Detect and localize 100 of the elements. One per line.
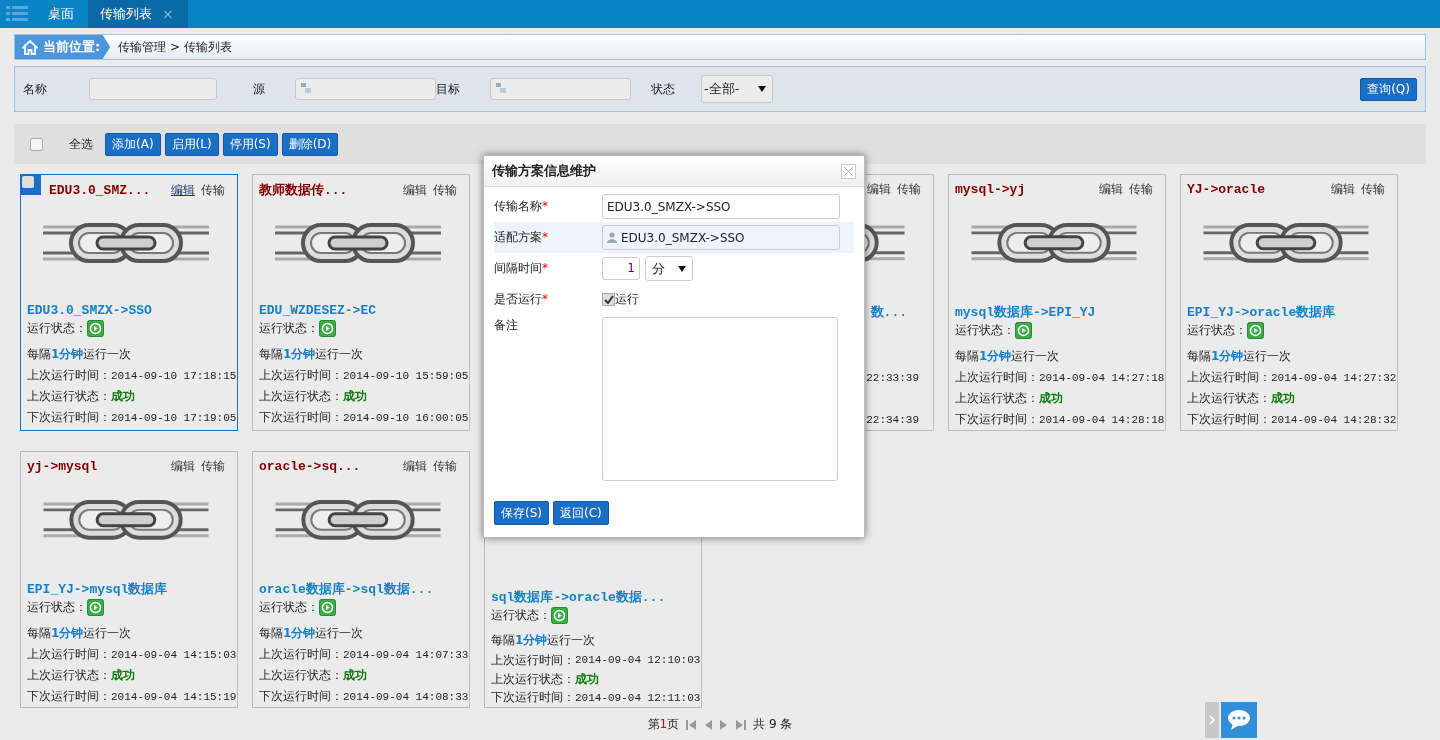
card-link[interactable]: 编辑 <box>171 181 195 199</box>
task-route: sql数据库->oracle数据... <box>491 589 667 607</box>
card-checkbox[interactable] <box>21 175 41 195</box>
task-card[interactable]: mysql->yj 编辑 传输 mysql数据库->EPI_YJ 运行状态： 每隔1分钟运行一次 上次运行时间：2014-09-04 14:27:18 上次运行状态：成功 下次运行时间：2014-09-04 14:28:18 <box>948 174 1166 431</box>
toolbar-button[interactable]: 删除(D) <box>281 132 339 156</box>
last-run-time: 2014-09-04 14:07:33 <box>343 648 469 661</box>
toolbar-button[interactable]: 添加(A) <box>105 132 161 156</box>
status-label: 运行状态： <box>1187 322 1247 340</box>
field-label: 上次运行时间： <box>27 367 111 384</box>
card-link[interactable]: 编辑 <box>1331 181 1355 199</box>
task-card[interactable]: EDU3.0_SMZ... 编辑 传输 EDU3.0_SMZX->SSO 运行状态： 每隔1分钟运行一次 上次运行时间：2014-09-10 17:18:15 上次运行状态：成功 下次运行时间：2014-09-10 17:19:05 <box>20 174 238 431</box>
caret-icon <box>758 86 766 92</box>
menu-icon[interactable] <box>6 5 28 23</box>
card-link[interactable]: 编辑 <box>403 181 427 199</box>
chat-icon[interactable] <box>1221 702 1257 738</box>
card-link[interactable]: 传输 <box>1129 181 1153 199</box>
select-all-checkbox[interactable] <box>30 137 43 151</box>
field-label: 下次运行时间： <box>955 411 1039 429</box>
field-label: 源 <box>253 80 265 98</box>
card-link[interactable]: 传输 <box>897 181 921 199</box>
last-run-time: 2014-09-04 12:10:03 <box>575 654 701 667</box>
remark-field[interactable] <box>602 317 838 481</box>
task-card[interactable]: 教师数据传... 编辑 传输 EDU_WZDESEZ->EC 运行状态： 每隔1分钟运行一次 上次运行时间：2014-09-10 15:59:05 上次运行状态：成功 下次运行时间：2014-09-10 16:00:05 <box>252 174 470 431</box>
card-link[interactable]: 传输 <box>201 181 225 199</box>
field-label: 下次运行时间： <box>491 689 575 707</box>
field-label: 上次运行状态： <box>955 390 1039 408</box>
toolbar-button[interactable]: 停用(S) <box>222 132 278 156</box>
task-route: EDU_WZDESEZ->EC <box>259 303 378 318</box>
task-card[interactable]: oracle->sq... 编辑 传输 oracle数据库->sql数据... 运行状态： 每隔1分钟运行一次 上次运行时间：2014-09-04 14:07:33 上次运行状态：成功 下次运行时间：2014-09-04 14:08:33 <box>252 451 470 708</box>
field-label: 下次运行时间： <box>259 409 343 426</box>
target-field[interactable] <box>490 78 631 100</box>
card-link[interactable]: 编辑 <box>1099 181 1123 199</box>
card-link[interactable]: 编辑 <box>867 181 891 199</box>
dialog-title: 传输方案信息维护 <box>492 162 596 180</box>
collapse-handle[interactable] <box>1205 702 1219 738</box>
checkbox-label: 运行 <box>615 291 639 308</box>
last-run-status: 成功 <box>1271 390 1295 408</box>
run-checkbox[interactable] <box>602 293 615 306</box>
tree-icon <box>495 82 507 94</box>
dialog-button[interactable]: 保存(S) <box>494 501 549 525</box>
toolbar-button[interactable]: 启用(L) <box>164 132 219 156</box>
card-title: yj->mysql <box>27 459 98 475</box>
user-icon <box>607 232 617 243</box>
dialog-button[interactable]: 返回(C) <box>553 501 609 525</box>
last-run-time: 2014-09-10 15:59:05 <box>343 369 469 382</box>
interval-text: 每隔1分钟运行一次 <box>27 625 133 643</box>
last-page-icon[interactable] <box>735 718 748 731</box>
tab[interactable]: 桌面 <box>36 0 88 28</box>
source-field[interactable] <box>295 78 436 100</box>
card-title: mysql->yj <box>955 182 1026 198</box>
field-label: 上次运行状态： <box>27 667 111 685</box>
task-route: 数... <box>869 303 908 321</box>
play-icon <box>319 599 336 617</box>
tab[interactable]: 传输列表 × <box>88 0 188 28</box>
select-all-label: 全选 <box>69 135 93 153</box>
page-indicator: 第1页 <box>647 716 680 733</box>
interval-text: 每隔1分钟运行一次 <box>955 348 1061 366</box>
card-link[interactable]: 传输 <box>201 458 225 476</box>
task-route: oracle数据库->sql数据... <box>259 580 435 598</box>
task-card[interactable]: YJ->oracle 编辑 传输 EPI_YJ->oracle数据库 运行状态： 每隔1分钟运行一次 上次运行时间：2014-09-04 14:27:32 上次运行状态：成功 下次运行时间：2014-09-04 14:28:32 <box>1180 174 1398 431</box>
unit-select[interactable]: 分 <box>645 256 693 281</box>
location-label: 当前位置: <box>43 38 101 56</box>
card-link[interactable]: 编辑 <box>171 458 195 476</box>
next-run-time: 2014-09-10 16:00:05 <box>343 411 469 424</box>
status-select[interactable]: -全部- <box>701 75 773 103</box>
play-icon <box>1015 322 1032 340</box>
field-label: 适配方案* <box>494 229 549 246</box>
plan-field[interactable]: EDU3.0_SMZX->SSO <box>602 225 840 250</box>
previous-page-icon[interactable] <box>703 718 714 731</box>
last-run-time: 2014-09-04 14:27:18 <box>1039 371 1165 384</box>
play-icon <box>87 320 104 337</box>
first-page-icon[interactable] <box>685 718 698 731</box>
field-label: 上次运行状态： <box>491 670 575 688</box>
next-run-time: 22:34:39 <box>866 413 919 426</box>
field-label: 上次运行状态： <box>259 388 343 405</box>
card-link[interactable]: 编辑 <box>403 458 427 476</box>
caret-icon <box>678 265 686 272</box>
close-icon[interactable] <box>841 163 856 179</box>
interval-field[interactable]: 1 <box>602 257 640 280</box>
query-button[interactable]: 查询(Q) <box>1360 77 1417 101</box>
last-run-time: 22:33:39 <box>866 371 919 384</box>
field-label: 上次运行时间： <box>1187 369 1271 387</box>
field-label: 上次运行状态： <box>27 388 111 405</box>
name-field[interactable] <box>89 78 217 100</box>
card-link[interactable]: 传输 <box>433 181 457 199</box>
task-card[interactable]: yj->mysql 编辑 传输 EPI_YJ->mysql数据库 运行状态： 每隔1分钟运行一次 上次运行时间：2014-09-04 14:15:03 上次运行状态：成功 下次运行时间：2014-09-04 14:15:19 <box>20 451 238 708</box>
status-label: 运行状态： <box>259 320 319 337</box>
last-run-status: 成功 <box>111 667 135 685</box>
interval-text: 每隔1分钟运行一次 <box>27 346 133 363</box>
status-label: 运行状态： <box>955 322 1015 340</box>
field-label: 上次运行状态： <box>1187 390 1271 408</box>
card-title: YJ->oracle <box>1187 182 1265 198</box>
name-field[interactable]: EDU3.0_SMZX->SSO <box>602 194 840 219</box>
card-link[interactable]: 传输 <box>1361 181 1385 199</box>
field-label: 下次运行时间： <box>27 409 111 426</box>
last-run-time: 2014-09-04 14:27:32 <box>1271 371 1397 384</box>
field-label: 传输名称* <box>494 198 549 215</box>
next-run-time: 2014-09-10 17:19:05 <box>111 411 237 424</box>
field-label: 上次运行时间： <box>955 369 1039 387</box>
card-link[interactable]: 传输 <box>433 458 457 476</box>
